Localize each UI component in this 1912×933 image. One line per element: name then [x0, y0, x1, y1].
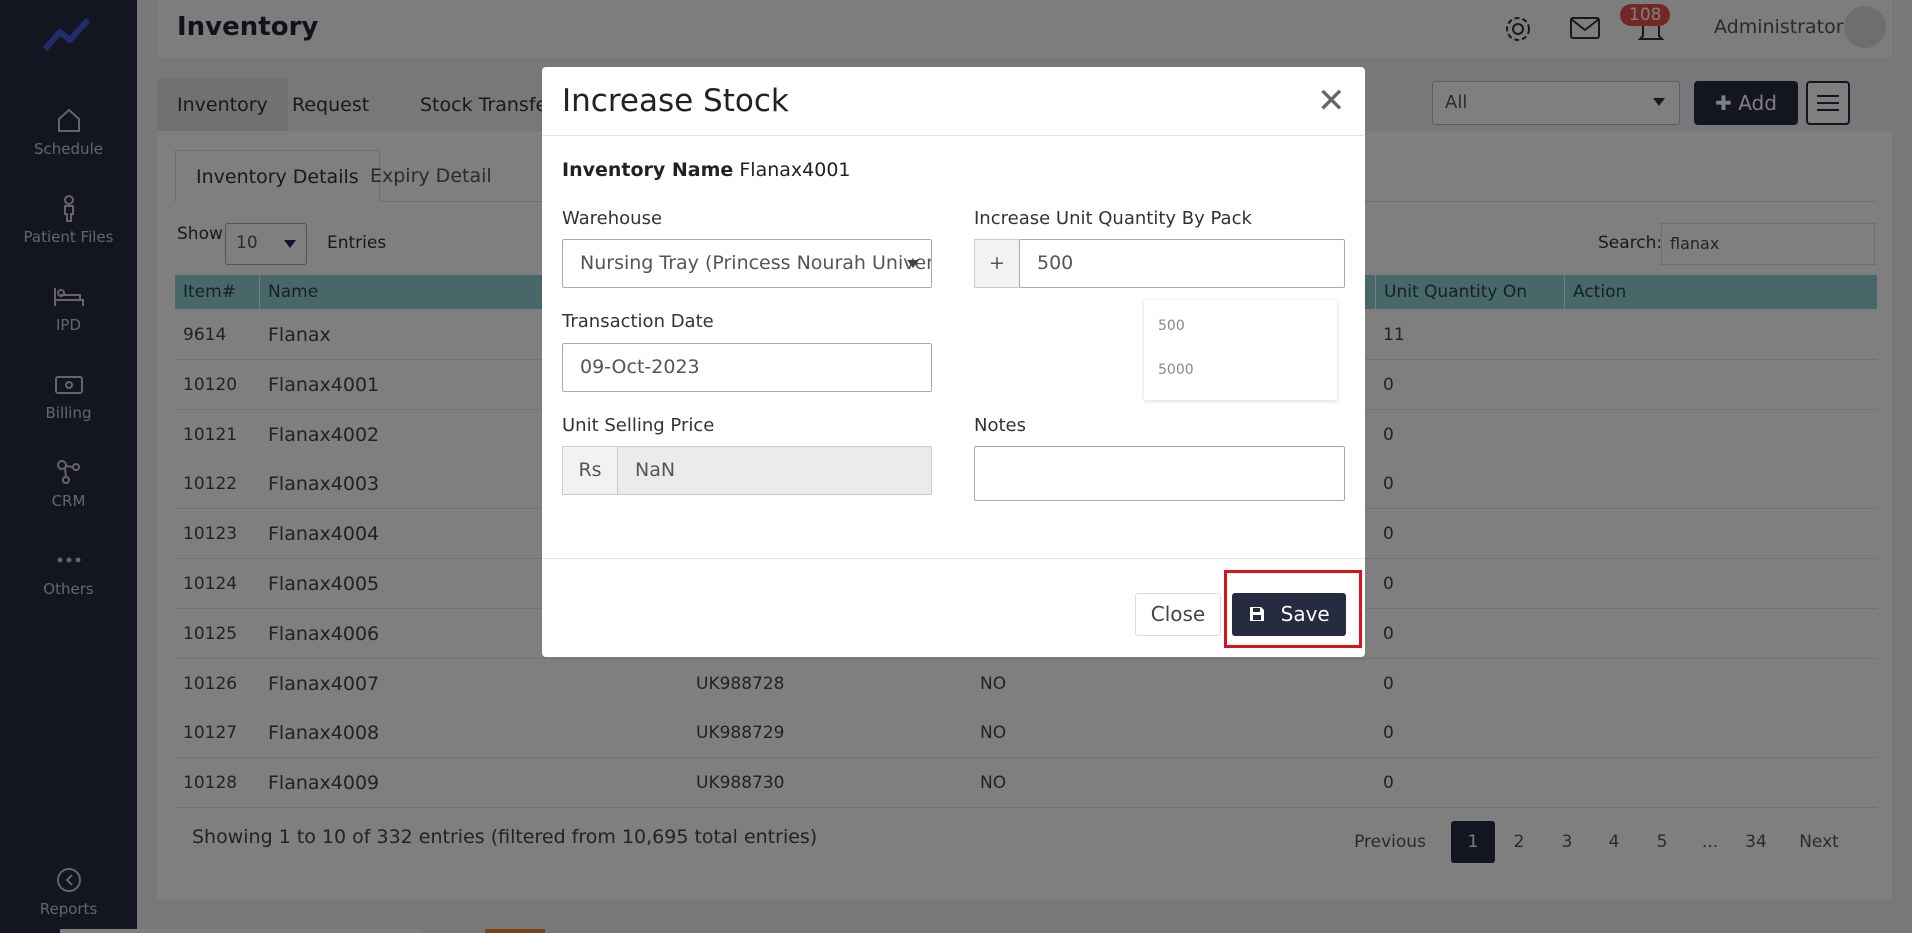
plus-addon: +	[974, 239, 1020, 288]
divider	[542, 558, 1365, 559]
increase-stock-modal: Increase Stock ✕ Inventory Name Flanax40…	[542, 67, 1365, 657]
inventory-name-value: Flanax4001	[739, 159, 851, 181]
increase-quantity-label: Increase Unit Quantity By Pack	[974, 208, 1252, 229]
increase-quantity-input[interactable]: 500	[1019, 239, 1345, 288]
transaction-date-label: Transaction Date	[562, 311, 714, 332]
modal-title: Increase Stock	[562, 83, 789, 119]
inventory-name: Inventory Name Flanax4001	[562, 159, 851, 181]
unit-selling-price-input: NaN	[617, 446, 932, 495]
save-highlight-box	[1224, 570, 1362, 648]
suggestion-option[interactable]: 500	[1158, 318, 1185, 334]
close-button[interactable]: Close	[1135, 593, 1221, 636]
warehouse-value: Nursing Tray (Princess Nourah University…	[580, 252, 931, 274]
chevron-down-icon	[907, 260, 919, 268]
warehouse-select[interactable]: Nursing Tray (Princess Nourah University…	[562, 239, 932, 288]
notes-input[interactable]	[974, 446, 1345, 501]
quantity-suggestions: 500 5000	[1144, 300, 1337, 400]
inventory-name-label: Inventory Name	[562, 159, 734, 181]
warehouse-label: Warehouse	[562, 208, 663, 229]
divider	[542, 135, 1365, 136]
unit-selling-price-label: Unit Selling Price	[562, 415, 715, 436]
currency-addon: Rs	[562, 446, 618, 495]
close-icon[interactable]: ✕	[1317, 81, 1346, 121]
suggestion-option[interactable]: 5000	[1158, 362, 1194, 378]
transaction-date-input[interactable]: 09-Oct-2023	[562, 343, 932, 392]
notes-label: Notes	[974, 415, 1026, 436]
